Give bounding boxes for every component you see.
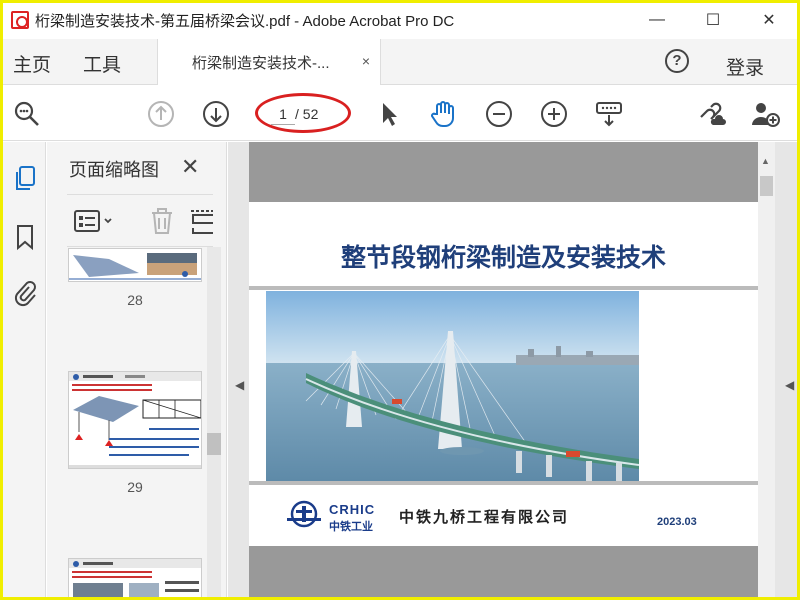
thumbnails-close-icon[interactable]: ✕ <box>181 154 199 180</box>
share-link-icon[interactable] <box>695 98 727 130</box>
prev-page-icon[interactable] <box>145 98 177 130</box>
thumbnail-number: 29 <box>127 479 143 495</box>
thumbnail-options-icon[interactable] <box>73 208 117 239</box>
document-title: 整节段钢桁梁制造及安装技术 <box>340 243 666 272</box>
menu-home[interactable]: 主页 <box>13 50 51 77</box>
hand-tool-icon[interactable] <box>427 98 459 130</box>
window-controls: — ☐ ✕ <box>629 3 797 37</box>
collapse-right-icon[interactable]: ◀ <box>785 378 794 392</box>
thumbnail-number: 28 <box>127 292 143 308</box>
page-header-band <box>249 142 758 202</box>
logo-text-cn: 中铁工业 <box>329 521 373 533</box>
divider <box>249 481 758 485</box>
document-scrollbar[interactable]: ▲ <box>758 142 775 597</box>
page-footer-band <box>249 546 758 597</box>
help-icon[interactable]: ? <box>665 49 689 73</box>
attachment-icon[interactable] <box>11 278 39 308</box>
logo-text-en: CRHIC <box>329 502 376 517</box>
next-page-icon[interactable] <box>200 98 232 130</box>
menu-tools[interactable]: 工具 <box>83 50 121 77</box>
thumbnails-toolbar <box>67 202 217 242</box>
crhic-logo <box>287 500 321 528</box>
toolbar: / 52 <box>3 86 797 141</box>
collapse-left-icon[interactable]: ◀ <box>235 378 244 392</box>
select-arrow-icon[interactable] <box>373 98 405 130</box>
divider <box>67 246 213 247</box>
document-date: 2023.03 <box>657 516 697 528</box>
page-thumbnails-icon[interactable] <box>11 164 39 194</box>
marquee-zoom-icon[interactable] <box>593 98 625 130</box>
search-zoom-icon[interactable] <box>11 98 43 130</box>
acrobat-window: 桁梁制造安装技术-第五届桥梁会议.pdf - Adobe Acrobat Pro… <box>3 3 797 597</box>
thumbnail-page-29[interactable] <box>68 371 202 469</box>
thumbnail-page-28[interactable] <box>68 248 202 282</box>
window-title: 桁梁制造安装技术-第五届桥梁会议.pdf - Adobe Acrobat Pro… <box>35 12 455 30</box>
scroll-up-icon[interactable]: ▲ <box>761 156 770 166</box>
delete-page-icon[interactable] <box>149 206 175 241</box>
left-tool-rail <box>3 142 46 597</box>
divider <box>67 194 213 195</box>
thumbnails-panel: 页面缩略图 ✕ 28 29 <box>47 142 227 597</box>
thumbnails-panel-title: 页面缩略图 <box>69 160 159 180</box>
zoom-in-icon[interactable] <box>538 98 570 130</box>
minimize-button[interactable]: — <box>629 3 685 37</box>
title-bar: 桁梁制造安装技术-第五届桥梁会议.pdf - Adobe Acrobat Pro… <box>3 3 797 37</box>
thumbnails-scrollbar-thumb[interactable] <box>207 433 221 455</box>
company-name: 中铁九桥工程有限公司 <box>399 508 570 526</box>
document-scrollbar-thumb[interactable] <box>760 176 773 196</box>
menu-tab-bar: 主页 工具 桁梁制造安装技术-... × ? 登录 <box>3 39 797 85</box>
document-tab-label: 桁梁制造安装技术-... <box>192 54 330 72</box>
login-button[interactable]: 登录 <box>726 53 764 80</box>
pdf-page: 整节段钢桁梁制造及安装技术 CRHIC 中铁工业 中铁九桥工程有限公司 2023… <box>249 142 758 597</box>
maximize-button[interactable]: ☐ <box>685 3 741 37</box>
page-number-box: / 52 <box>261 99 351 129</box>
acrobat-app-icon[interactable] <box>11 11 29 29</box>
page-total-label: / 52 <box>295 106 319 122</box>
divider <box>249 286 758 290</box>
document-tab-close-icon[interactable]: × <box>362 53 370 69</box>
zoom-out-icon[interactable] <box>483 98 515 130</box>
close-button[interactable]: ✕ <box>741 3 797 37</box>
rotate-page-icon[interactable] <box>189 206 213 238</box>
bookmark-icon[interactable] <box>11 222 39 252</box>
document-tab[interactable]: 桁梁制造安装技术-... × <box>157 39 381 85</box>
bridge-photo <box>266 291 639 481</box>
add-user-icon[interactable] <box>749 98 781 130</box>
page-number-input[interactable] <box>271 103 295 125</box>
thumbnails-scrollbar[interactable] <box>207 247 221 597</box>
thumbnail-page-30[interactable] <box>68 558 202 597</box>
document-viewer: ◀ ◀ 整节段钢桁梁制造及安装技术 CRHIC 中铁工业 中铁九桥工程有限公司 … <box>228 142 797 597</box>
